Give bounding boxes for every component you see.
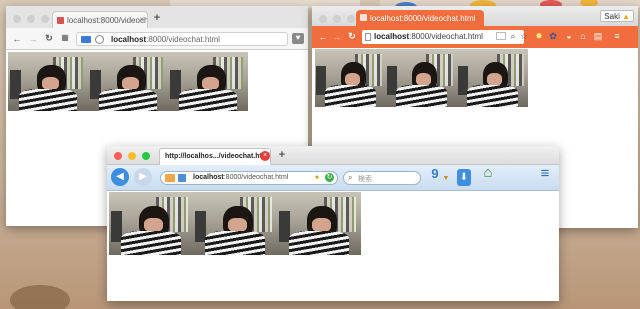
address-bar[interactable]: localhost:8000/videochat.html — [160, 171, 338, 185]
download-icon[interactable]: ⬇ — [457, 169, 471, 186]
video-grid — [8, 52, 248, 111]
tab-title: http://localhos.../videochat.html — [165, 153, 271, 160]
sun-icon[interactable]: ✸ — [534, 31, 544, 41]
search-icon[interactable]: ⌕ — [508, 31, 518, 41]
pocket-icon[interactable]: ◒ — [564, 31, 574, 41]
page-info-icon[interactable] — [95, 35, 104, 44]
url-host: localhost — [193, 174, 224, 181]
forward-arrow-icon[interactable]: → — [28, 34, 38, 44]
window-controls — [319, 15, 355, 23]
video-frame — [109, 192, 193, 255]
save-icon[interactable] — [178, 174, 186, 182]
forward-arrow-icon[interactable]: → — [332, 32, 342, 42]
home-icon[interactable]: ⌂ — [578, 31, 588, 41]
video-frame — [8, 52, 88, 111]
url-path: :8000/videochat.html — [223, 174, 289, 181]
close-window-icon[interactable] — [13, 15, 21, 23]
tab-close-icon[interactable]: × — [138, 15, 146, 25]
reload-icon[interactable]: ↻ — [44, 33, 54, 43]
hamburger-menu-icon[interactable]: ≡ — [537, 166, 553, 181]
window-controls — [114, 152, 150, 160]
title-bar[interactable]: localhost:8000/videochat.ht × + — [6, 6, 308, 28]
maximize-window-icon[interactable] — [347, 15, 355, 23]
url-path: :8000/videochat.html — [409, 32, 483, 41]
home-icon[interactable]: ⌂ — [479, 165, 497, 180]
plus-icon[interactable]: + — [152, 13, 162, 24]
profile-badge[interactable]: Saki ▲ — [600, 10, 634, 22]
video-grid — [109, 192, 361, 255]
video-frame — [277, 192, 361, 255]
minimize-window-icon[interactable] — [333, 15, 341, 23]
video-frame — [168, 52, 248, 111]
desktop: { "chrome_window": { "tab_title": "local… — [0, 0, 640, 309]
url-host: localhost — [374, 32, 410, 41]
video-frame — [88, 52, 168, 111]
tab-active[interactable]: localhost:8000/videochat.html — [356, 10, 484, 26]
toolbar: ← → ↻ ▦ localhost:8000/videochat.html ♥ — [6, 28, 308, 50]
close-window-icon[interactable] — [114, 152, 122, 160]
search-icon: ⌕ — [348, 173, 353, 182]
title-bar[interactable]: http://localhos.../videochat.html × + — [107, 146, 559, 165]
heart-icon[interactable]: ♥ — [292, 33, 304, 44]
url-path: :8000/videochat.html — [146, 35, 220, 44]
warning-icon: ▲ — [622, 12, 630, 21]
profile-name: Saki — [604, 12, 620, 21]
favicon-icon — [57, 17, 64, 24]
video-frame — [193, 192, 277, 255]
extension-icon[interactable]: ✿ — [548, 31, 558, 41]
minimize-window-icon[interactable] — [128, 152, 136, 160]
star-icon[interactable]: ☆ — [519, 31, 529, 41]
title-bar[interactable]: localhost:8000/videochat.html Saki ▲ — [312, 6, 638, 26]
apps-grid-icon[interactable]: ▦ — [60, 33, 70, 43]
favicon-icon — [360, 14, 367, 21]
hamburger-menu-icon[interactable]: ≡ — [612, 31, 622, 41]
back-arrow-icon[interactable]: ◀ — [111, 168, 129, 186]
wallpaper-shape — [10, 285, 70, 309]
maximize-window-icon[interactable] — [41, 15, 49, 23]
address-bar[interactable]: localhost:8000/videochat.html — [76, 32, 288, 46]
reload-icon[interactable]: ↻ — [347, 31, 357, 41]
search-placeholder: 検索 — [358, 176, 372, 183]
video-frame — [457, 49, 528, 107]
plus-icon[interactable]: + — [277, 150, 287, 161]
video-frame — [386, 49, 457, 107]
browser-window-third: http://localhos.../videochat.html × + ◀ … — [107, 146, 559, 301]
search-box[interactable]: ⌕ 検索 — [343, 171, 421, 185]
toolbar: ◀ ▶ localhost:8000/videochat.html ✦ ↻ ⌕ … — [107, 165, 559, 191]
minimize-window-icon[interactable] — [27, 15, 35, 23]
toolbar: ← → ↻ localhost:8000/videochat.html ⌕ ☆ … — [312, 26, 638, 48]
tab-close-icon[interactable]: × — [260, 151, 270, 161]
page-content — [107, 191, 559, 301]
close-window-icon[interactable] — [319, 15, 327, 23]
tab-active[interactable]: http://localhos.../videochat.html — [159, 148, 271, 165]
sidebar-icon[interactable]: ▤ — [593, 31, 603, 41]
tab-title: localhost:8000/videochat.ht — [67, 16, 148, 25]
page-icon — [365, 33, 371, 41]
camera-icon[interactable] — [81, 36, 91, 43]
balloon-icon[interactable]: 9 — [429, 167, 441, 180]
maximize-window-icon[interactable] — [142, 152, 150, 160]
back-arrow-icon[interactable]: ← — [12, 34, 22, 44]
folder-icon[interactable] — [165, 174, 175, 182]
window-controls — [13, 15, 49, 23]
dropdown-arrow-icon[interactable]: ▼ — [442, 174, 450, 184]
tab-active[interactable]: localhost:8000/videochat.ht — [52, 11, 148, 28]
forward-arrow-icon[interactable]: ▶ — [134, 168, 152, 186]
url-host: localhost — [111, 35, 147, 44]
video-grid — [315, 49, 528, 107]
tab-title: localhost:8000/videochat.html — [370, 14, 476, 23]
reader-view-icon[interactable] — [496, 32, 506, 40]
pin-icon[interactable]: ✦ — [313, 173, 321, 183]
back-arrow-icon[interactable]: ← — [318, 32, 328, 42]
refresh-green-icon[interactable]: ↻ — [325, 173, 334, 182]
video-frame — [315, 49, 386, 107]
